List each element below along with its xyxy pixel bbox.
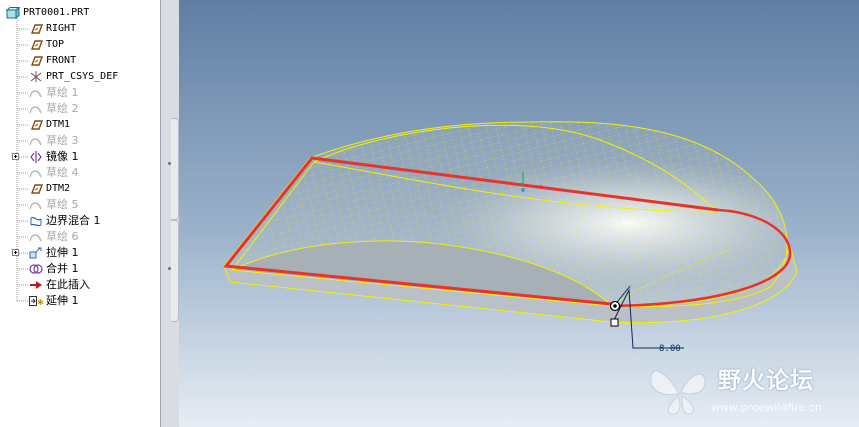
tree-root-label: PRT0001.PRT: [23, 7, 90, 18]
sketch-icon: [29, 202, 42, 210]
mirror-icon: [30, 151, 42, 163]
sash-tab-lower[interactable]: [171, 220, 179, 322]
extend-icon: ✱: [29, 296, 43, 307]
drag-handle-square[interactable]: [610, 318, 619, 327]
tree-item-label: DTM2: [46, 183, 71, 194]
expand-toggle[interactable]: [12, 249, 19, 256]
tree-item-label: 合并 1: [46, 262, 79, 275]
tree-item-label: 拉伸 1: [46, 246, 79, 259]
tree-item-label: 镜像 1: [46, 150, 79, 163]
tree-item-label: FRONT: [46, 55, 77, 66]
datum-plane-icon: [30, 120, 43, 130]
svg-text:✱: ✱: [37, 298, 43, 307]
sketch-icon: [29, 234, 42, 242]
pane-sash[interactable]: [161, 0, 179, 427]
datum-plane-icon: [30, 56, 43, 66]
sketch-icon: [29, 170, 42, 178]
butterfly-logo-icon: [650, 370, 706, 415]
tree-item-label: TOP: [46, 39, 65, 50]
extrude-icon: [29, 247, 42, 259]
datum-plane-icon: [30, 40, 43, 50]
insert-here-arrow-icon: [30, 281, 42, 289]
sketch-icon: [29, 138, 42, 146]
tree-item-label: 草绘 2: [46, 102, 79, 115]
boundary-blend-icon: [30, 216, 42, 227]
dimension-value[interactable]: 8.00: [659, 344, 681, 354]
datum-plane-icon: [30, 24, 43, 34]
watermark-url: www.proewildfire.cn: [711, 401, 822, 414]
datum-plane-icon: [30, 184, 43, 194]
tree-item-label: 草绘 3: [46, 134, 79, 147]
sketch-icon: [29, 90, 42, 98]
tree-item-label: 边界混合 1: [46, 214, 101, 227]
sash-grip-lower[interactable]: [168, 267, 171, 270]
sketch-icon: [29, 106, 42, 114]
tree-item-label: 草绘 5: [46, 198, 79, 211]
csys-icon: [30, 71, 42, 82]
tree-item-label: 草绘 4: [46, 166, 79, 179]
watermark-title: 野火论坛: [718, 368, 814, 394]
tree-item-label: RIGHT: [46, 23, 77, 34]
watermark: 野火论坛 www.proewildfire.cn: [645, 358, 855, 422]
expand-toggle[interactable]: [12, 153, 19, 160]
tree-item-label: 草绘 6: [46, 230, 79, 243]
model-tree-panel: PRT0001.PRT RIGHT TOP FRONT PRT_CSYS_DEF 草绘 …: [0, 0, 161, 427]
part-icon: [6, 7, 20, 19]
merge-icon: [29, 264, 43, 274]
tree-item-label: 延伸 1: [46, 294, 79, 307]
sash-grip-upper[interactable]: [168, 162, 171, 165]
tree-item-label: DTM1: [46, 119, 71, 130]
tree-item-label: 草绘 1: [46, 86, 79, 99]
sash-tab-upper[interactable]: [171, 118, 179, 220]
tree-item-label: 在此插入: [46, 278, 90, 291]
tree-item-label: PRT_CSYS_DEF: [46, 71, 119, 82]
